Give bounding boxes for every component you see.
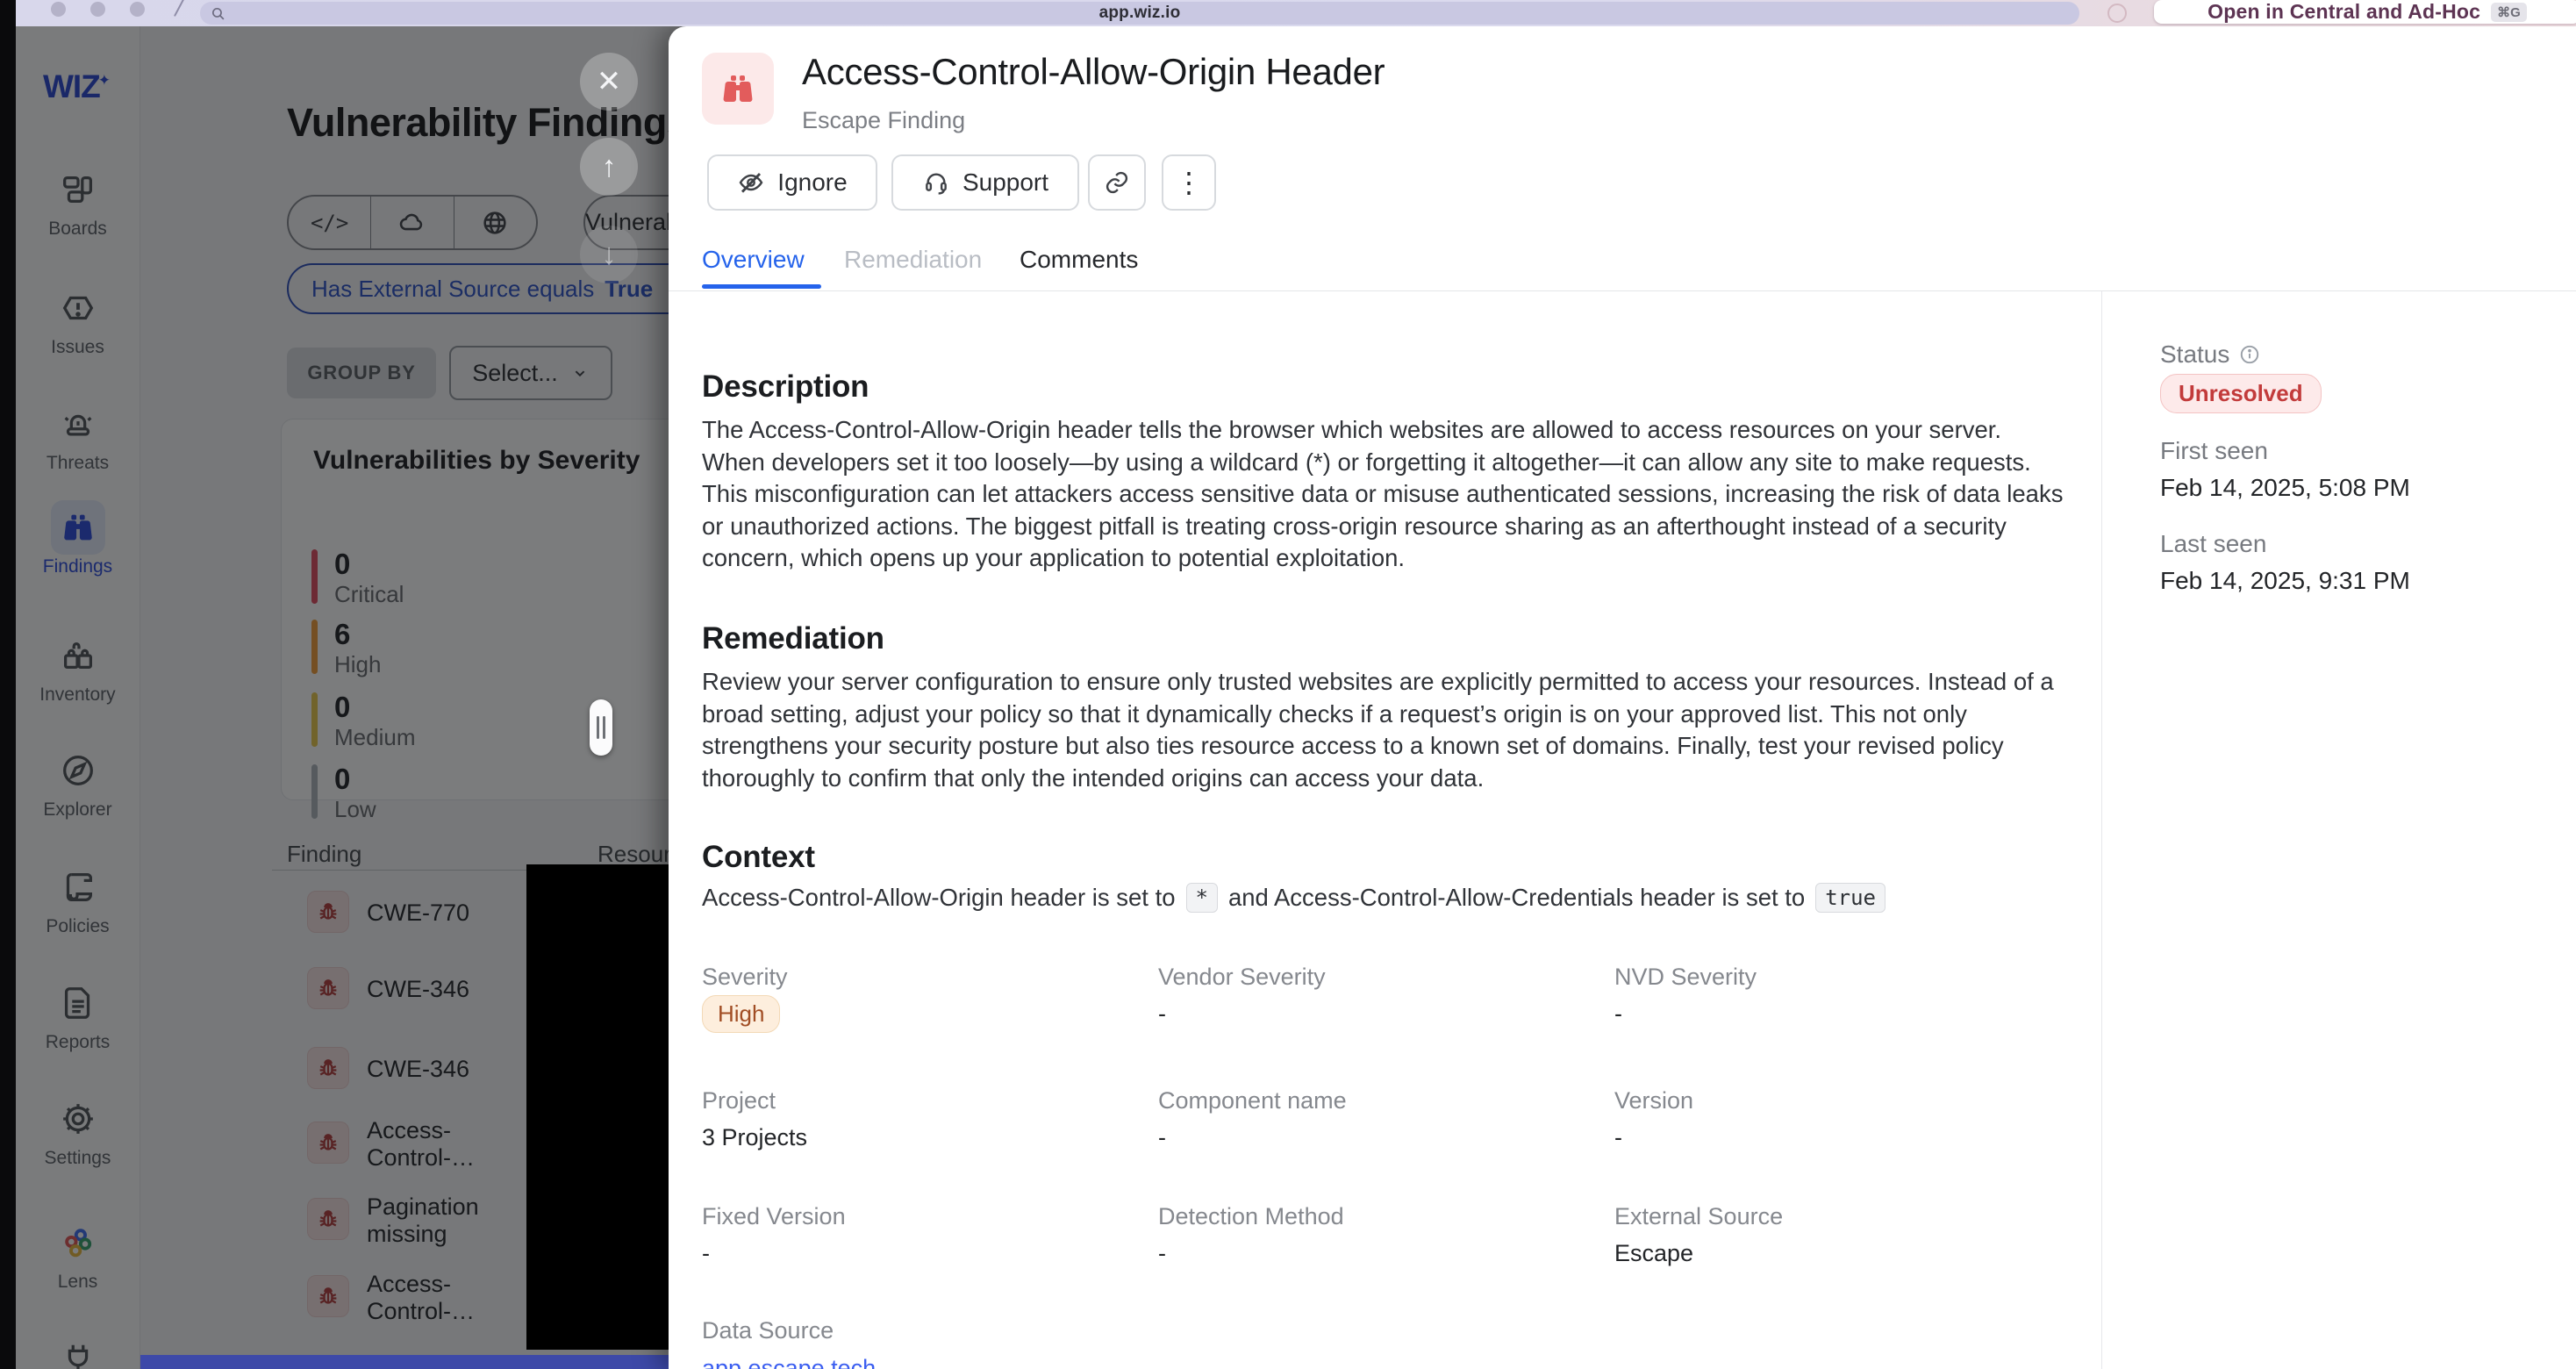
severity-badge: High [702,995,780,1033]
context-text: Access-Control-Allow-Origin header is se… [702,884,1176,912]
field-value-external-source: Escape [1614,1240,1693,1267]
window-edge [0,0,16,1369]
close-icon: ✕ [597,64,622,99]
headset-icon [922,168,950,197]
context-text: and Access-Control-Allow-Credentials hea… [1228,884,1805,912]
open-in-central-button[interactable]: Open in Central and Ad-Hoc ⌘G [2154,0,2576,24]
support-label: Support [962,168,1048,197]
first-seen-label: First seen [2160,437,2268,465]
field-label-fixed-version: Fixed Version [702,1203,846,1230]
last-seen-value: Feb 14, 2025, 9:31 PM [2160,567,2410,595]
field-label-detection-method: Detection Method [1158,1203,1344,1230]
context-line: Access-Control-Allow-Origin header is se… [702,883,2064,913]
context-code-origin: * [1186,883,1218,913]
screen: app.wiz.io Open in Central and Ad-Hoc ⌘G… [0,0,2576,1369]
info-icon [2238,343,2261,366]
drawer-close-button[interactable]: ✕ [580,53,638,111]
context-code-credentials: true [1815,883,1885,913]
window-minimize-button[interactable] [90,2,105,17]
arrow-up-icon: ↑ [602,150,617,184]
ignore-button[interactable]: Ignore [707,154,877,211]
ignore-label: Ignore [777,168,847,197]
active-tab-indicator [702,284,821,289]
address-bar[interactable]: app.wiz.io [200,2,2079,25]
tab-remediation[interactable]: Remediation [844,246,982,274]
finding-type-icon [702,53,774,125]
field-label-external-source: External Source [1614,1203,1783,1230]
description-heading: Description [702,369,869,405]
reload-icon[interactable] [2107,4,2127,23]
field-label-severity: Severity [702,964,788,991]
field-value-detection-method: - [1158,1240,1166,1267]
remediation-heading: Remediation [702,621,884,656]
finding-title: Access-Control-Allow-Origin Header [802,51,1385,93]
data-source-link[interactable]: app.escape.tech [702,1355,876,1369]
eye-off-icon [737,168,765,197]
url-text: app.wiz.io [1099,4,1181,23]
drawer-resize-handle[interactable] [590,699,612,756]
field-value-component-name: - [1158,1124,1166,1151]
window-close-button[interactable] [51,2,66,17]
more-actions-button[interactable]: ⋮ [1162,154,1216,211]
support-button[interactable]: Support [891,154,1079,211]
nav-back-icon[interactable] [174,0,186,17]
tab-overview[interactable]: Overview [702,246,805,274]
previous-finding-button[interactable]: ↑ [580,138,638,196]
field-value-nvd-severity: - [1614,1000,1622,1028]
field-label-project: Project [702,1087,776,1115]
field-label-component-name: Component name [1158,1087,1347,1115]
field-value-vendor-severity: - [1158,1000,1166,1028]
arrow-down-icon: ↓ [602,238,617,272]
shortcut-badge: ⌘G [2491,3,2527,22]
status-badge: Unresolved [2160,374,2322,413]
finding-detail-panel: Access-Control-Allow-Origin Header Escap… [669,26,2576,1369]
redacted-resource-column [526,864,669,1350]
copy-link-button[interactable] [1088,154,1146,211]
finding-subtitle: Escape Finding [802,107,965,134]
link-icon [1104,169,1130,196]
context-heading: Context [702,840,815,875]
search-icon [211,6,225,21]
window-zoom-button[interactable] [130,2,145,17]
field-label-version: Version [1614,1087,1693,1115]
last-seen-label: Last seen [2160,530,2266,558]
field-value-version: - [1614,1124,1622,1151]
status-label: Status [2160,340,2261,369]
tab-comments[interactable]: Comments [1020,246,1138,274]
description-body: The Access-Control-Allow-Origin header t… [702,414,2064,575]
data-source-label: Data Source [702,1317,834,1344]
next-finding-button[interactable]: ↓ [580,226,638,283]
field-label-nvd-severity: NVD Severity [1614,964,1757,991]
browser-bar: app.wiz.io Open in Central and Ad-Hoc ⌘G [16,0,2576,26]
meta-rail-divider [2101,291,2102,1369]
status-label-text: Status [2160,340,2229,369]
field-value-project[interactable]: 3 Projects [702,1124,807,1151]
kebab-icon: ⋮ [1175,166,1203,199]
open-in-central-label: Open in Central and Ad-Hoc [2207,0,2480,24]
field-label-vendor-severity: Vendor Severity [1158,964,1326,991]
first-seen-value: Feb 14, 2025, 5:08 PM [2160,474,2410,502]
field-value-fixed-version: - [702,1240,710,1267]
tabs-divider [669,290,2576,291]
remediation-body: Review your server configuration to ensu… [702,666,2064,794]
